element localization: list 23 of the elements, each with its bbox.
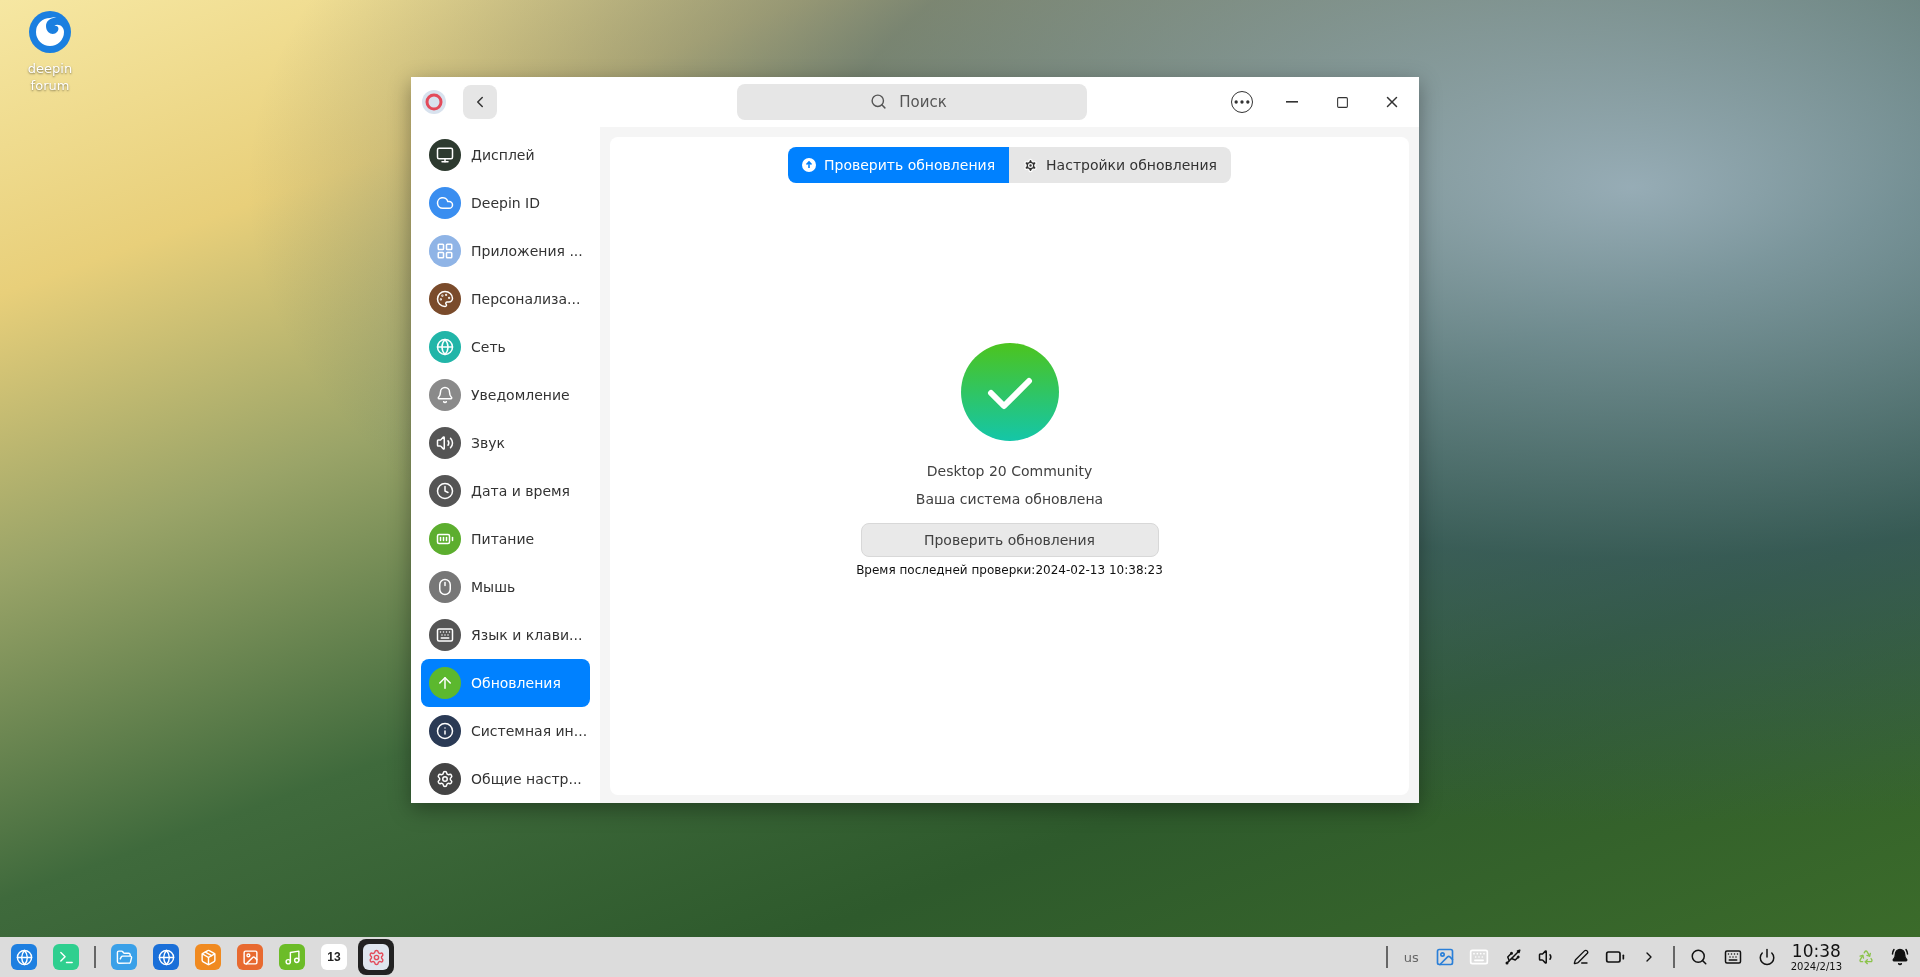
sidebar-item[interactable]: Общие настр... xyxy=(421,755,590,803)
sidebar-item[interactable]: Системная ин... xyxy=(421,707,590,755)
search-field[interactable]: Поиск xyxy=(737,84,1087,120)
last-check-text: Время последней проверки:2024-02-13 10:38:23 xyxy=(856,563,1163,577)
version-text: Desktop 20 Community xyxy=(926,463,1093,479)
sidebar-item[interactable]: Звук xyxy=(421,419,590,467)
sidebar-item[interactable]: Дисплей xyxy=(421,131,590,179)
sidebar-item[interactable]: Мышь xyxy=(421,563,590,611)
sidebar-item[interactable]: Язык и клави... xyxy=(421,611,590,659)
sidebar-item[interactable]: Персонализа... xyxy=(421,275,590,323)
sidebar-item[interactable]: Дата и время xyxy=(421,467,590,515)
clock[interactable]: 10:38 2024/2/13 xyxy=(1786,942,1846,972)
keyboard-layout-indicator[interactable]: us xyxy=(1397,949,1425,965)
sidebar-item[interactable]: Уведомление xyxy=(421,371,590,419)
tab[interactable]: Проверить обновления xyxy=(788,147,1010,183)
tab[interactable]: Настройки обновления xyxy=(1009,147,1231,183)
sidebar-item[interactable]: Сеть xyxy=(421,323,590,371)
sidebar-item[interactable]: Приложения ... xyxy=(421,227,590,275)
check-updates-button[interactable]: Проверить обновления xyxy=(860,523,1159,557)
sidebar-item[interactable]: Питание xyxy=(421,515,590,563)
sidebar-item[interactable]: Обновления xyxy=(421,659,590,707)
sidebar-item[interactable]: Deepin ID xyxy=(421,179,590,227)
status-message: Ваша система обновлена xyxy=(915,491,1104,507)
